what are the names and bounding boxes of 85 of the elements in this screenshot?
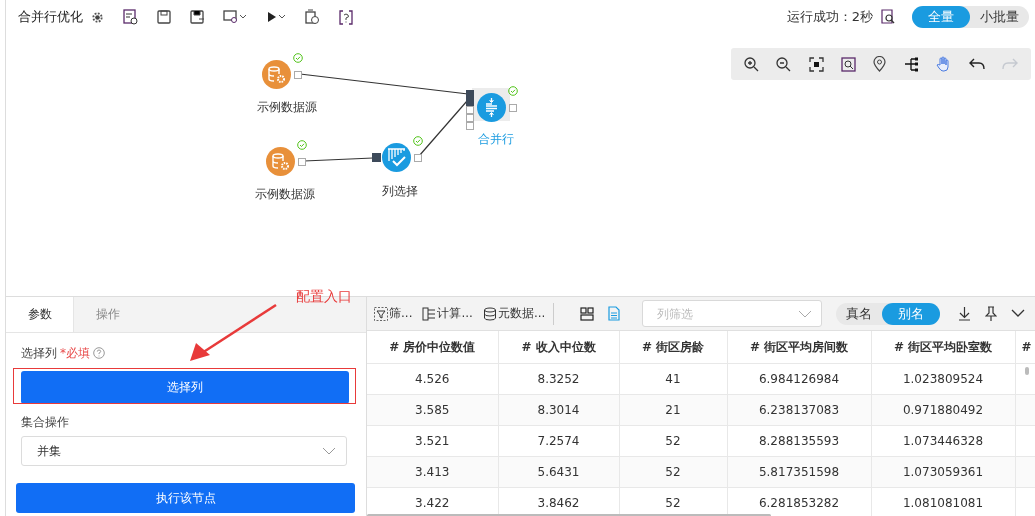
- set-operation-dropdown[interactable]: 并集: [21, 436, 347, 466]
- name-option[interactable]: 真名: [836, 302, 882, 325]
- node-label: 合并行: [478, 131, 514, 148]
- save-as-icon[interactable]: [190, 10, 204, 24]
- database-gear-icon[interactable]: [266, 147, 295, 176]
- monitor-settings-icon[interactable]: [223, 10, 247, 24]
- field-label: 选择列: [21, 344, 57, 362]
- table-cell: 6.984126984: [727, 363, 871, 395]
- connector-line: [303, 157, 374, 162]
- node-label: 列选择: [382, 183, 418, 200]
- column-header[interactable]: #: [1015, 331, 1035, 364]
- document-icon[interactable]: [608, 306, 620, 321]
- help-icon[interactable]: [339, 9, 353, 25]
- column-header[interactable]: # 街区平均房间数: [727, 331, 871, 364]
- location-pin-icon[interactable]: [873, 56, 887, 72]
- select-columns-button[interactable]: 选择列: [21, 371, 349, 404]
- table-cell: 6.238137083: [727, 394, 871, 426]
- input-port[interactable]: [372, 153, 381, 162]
- database-gear-icon[interactable]: [262, 60, 291, 89]
- column-header[interactable]: # 收入中位数: [498, 331, 619, 364]
- schedule-icon[interactable]: [305, 9, 320, 25]
- table-cell: 4.526: [367, 363, 498, 395]
- node-label: 示例数据源: [257, 99, 317, 116]
- run-node-button[interactable]: 执行该节点: [16, 483, 355, 513]
- hand-icon[interactable]: [936, 56, 952, 72]
- database-icon: [482, 306, 497, 321]
- table-cell: 3.521: [367, 425, 498, 457]
- output-port[interactable]: [294, 71, 302, 79]
- column-filter-field[interactable]: 列筛选: [642, 300, 822, 327]
- table-cell: 8.3014: [498, 394, 619, 426]
- tree-icon[interactable]: [903, 56, 919, 72]
- output-port[interactable]: [509, 104, 517, 112]
- table-cell: 8.288135593: [727, 425, 871, 457]
- funnel-icon: [374, 306, 388, 321]
- panel-tab[interactable]: 参数: [6, 297, 74, 332]
- table-cell: 5.6431: [498, 456, 619, 488]
- chevron-down-icon[interactable]: [1011, 309, 1025, 318]
- output-port[interactable]: [298, 158, 306, 166]
- table-cell: 0.971880492: [871, 394, 1015, 426]
- help-icon[interactable]: [93, 347, 105, 359]
- table-cell: 1.073059361: [871, 456, 1015, 488]
- field-label: 集合操作: [21, 415, 70, 430]
- table-cell: 21: [619, 394, 727, 426]
- mode-option[interactable]: 小批量: [970, 6, 1029, 28]
- data-tool-button[interactable]: 筛...: [372, 305, 415, 322]
- node-label: 示例数据源: [255, 186, 315, 203]
- table-cell: 8.3252: [498, 363, 619, 395]
- list-icon: [422, 306, 437, 321]
- table-cell: 1.081081081: [871, 487, 1015, 516]
- connector-line: [418, 100, 468, 157]
- layout-icon[interactable]: [580, 306, 594, 321]
- play-icon[interactable]: [266, 10, 286, 24]
- zoom-in-icon[interactable]: [743, 56, 759, 72]
- column-header[interactable]: # 街区平均卧室数: [871, 331, 1015, 364]
- zoom-out-icon[interactable]: [776, 56, 792, 72]
- run-status: 运行成功：2秒: [786, 8, 873, 26]
- table-cell: 1.023809524: [871, 363, 1015, 395]
- download-icon[interactable]: [958, 306, 971, 321]
- save-icon[interactable]: [157, 10, 171, 24]
- required-mark: *必填: [60, 344, 90, 362]
- undo-icon[interactable]: [968, 57, 985, 71]
- column-header[interactable]: # 房价中位数值: [367, 331, 498, 364]
- vertical-scrollbar[interactable]: [1025, 367, 1029, 375]
- flow-title: 合并行优化: [18, 8, 83, 26]
- table-cell: 3.585: [367, 394, 498, 426]
- search-log-icon[interactable]: [881, 9, 896, 25]
- data-tool-button[interactable]: 计算...: [420, 305, 475, 322]
- pin-icon[interactable]: [985, 306, 997, 321]
- table-cell: 3.413: [367, 456, 498, 488]
- fit-view-icon[interactable]: [808, 56, 824, 72]
- report-clock-icon[interactable]: [123, 9, 138, 25]
- table-cell: 52: [619, 456, 727, 488]
- table-cell: 52: [619, 425, 727, 457]
- zoom-frame-icon[interactable]: [841, 56, 857, 72]
- data-tool-button[interactable]: 元数据...: [480, 305, 548, 322]
- table-cell: 1.073446328: [871, 425, 1015, 457]
- gear-icon[interactable]: [91, 10, 104, 24]
- table-cell: 41: [619, 363, 727, 395]
- table-cell: 5.817351598: [727, 456, 871, 488]
- column-check-icon[interactable]: [382, 143, 411, 172]
- annotation-text: 配置入口: [296, 288, 352, 306]
- column-header[interactable]: # 街区房龄: [619, 331, 727, 364]
- table-cell: 7.2574: [498, 425, 619, 457]
- output-port[interactable]: [414, 154, 422, 162]
- chevron-down-icon: [322, 447, 336, 455]
